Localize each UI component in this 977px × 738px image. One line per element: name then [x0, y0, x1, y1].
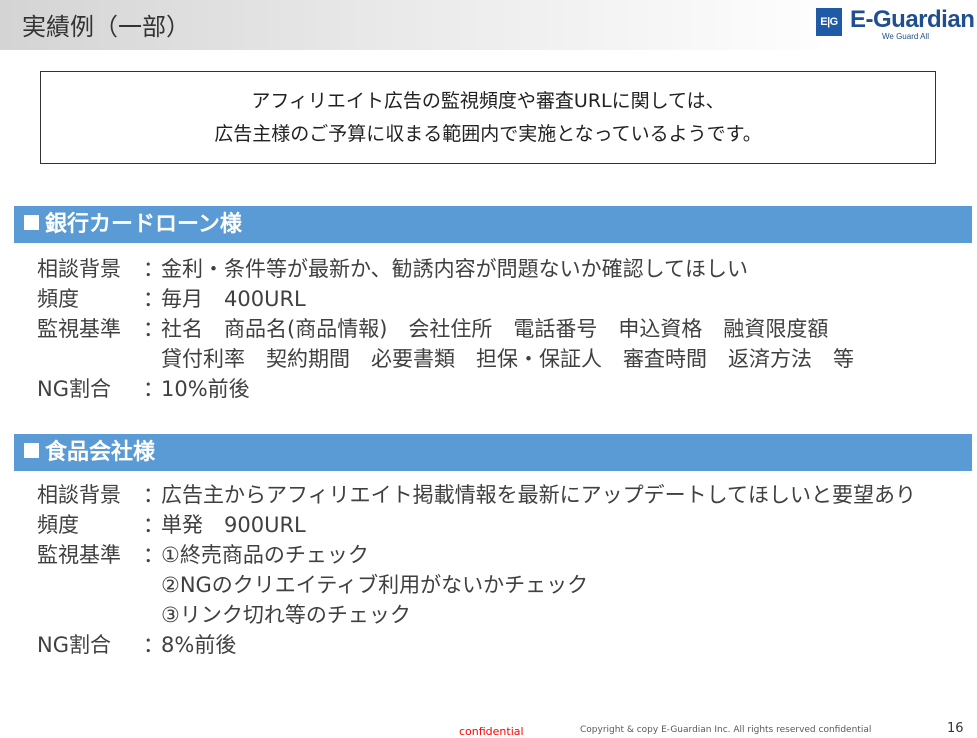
page-title: 実績例（一部）: [22, 13, 190, 41]
row-label: 相談背景: [37, 483, 121, 507]
logo-mark-icon: E|G: [816, 8, 842, 36]
summary-box: アフィリエイト広告の監視頻度や審査URLに関しては、 広告主様のご予算に収まる範…: [40, 71, 936, 164]
row-value: 貸付利率 契約期間 必要書類 担保・保証人 審査時間 返済方法 等: [161, 347, 854, 371]
square-bullet-icon: [24, 215, 39, 230]
row-value: 単発 900URL: [161, 513, 306, 537]
section-title: 食品会社様: [45, 440, 156, 465]
square-bullet-icon: [24, 443, 39, 458]
logo-name: E-Guardian: [850, 6, 975, 33]
summary-line-2: 広告主様のご予算に収まる範囲内で実施となっているようです。: [214, 122, 762, 145]
row-value: ②NGのクリエイティブ利用がないかチェック: [161, 573, 589, 597]
row-value: 8%前後: [161, 633, 237, 657]
footer-confidential: confidential: [459, 725, 524, 738]
row-label: 頻度: [37, 513, 79, 537]
logo-tagline: We Guard All: [882, 32, 929, 41]
row-value: 社名 商品名(商品情報) 会社住所 電話番号 申込資格 融資限度額: [161, 317, 829, 341]
summary-line-1: アフィリエイト広告の監視頻度や審査URLに関しては、: [251, 89, 725, 112]
row-label: NG割合: [37, 377, 111, 401]
row-value: 広告主からアフィリエイト掲載情報を最新にアップデートしてほしいと要望あり: [161, 483, 916, 507]
row-value: 毎月 400URL: [161, 287, 306, 311]
row-value: ①終売商品のチェック: [161, 543, 369, 567]
row-label: 監視基準: [37, 317, 121, 341]
row-label: 頻度: [37, 287, 79, 311]
title-bar: 実績例（一部）: [0, 0, 852, 50]
row-label: 相談背景: [37, 257, 121, 281]
row-label: 監視基準: [37, 543, 121, 567]
row-value: 10%前後: [161, 377, 250, 401]
footer-copyright: Copyright & copy E-Guardian Inc. All rig…: [580, 725, 872, 735]
section-title: 銀行カードローン様: [45, 212, 242, 237]
company-logo: E|G E-Guardian We Guard All: [816, 6, 976, 46]
section-header-bank: 銀行カードローン様: [14, 206, 972, 243]
section-header-food: 食品会社様: [14, 434, 972, 471]
row-label: NG割合: [37, 633, 111, 657]
row-value: ③リンク切れ等のチェック: [161, 603, 411, 627]
row-value: 金利・条件等が最新か、勧誘内容が問題ないか確認してほしい: [161, 257, 748, 281]
page-number: 16: [947, 721, 964, 736]
